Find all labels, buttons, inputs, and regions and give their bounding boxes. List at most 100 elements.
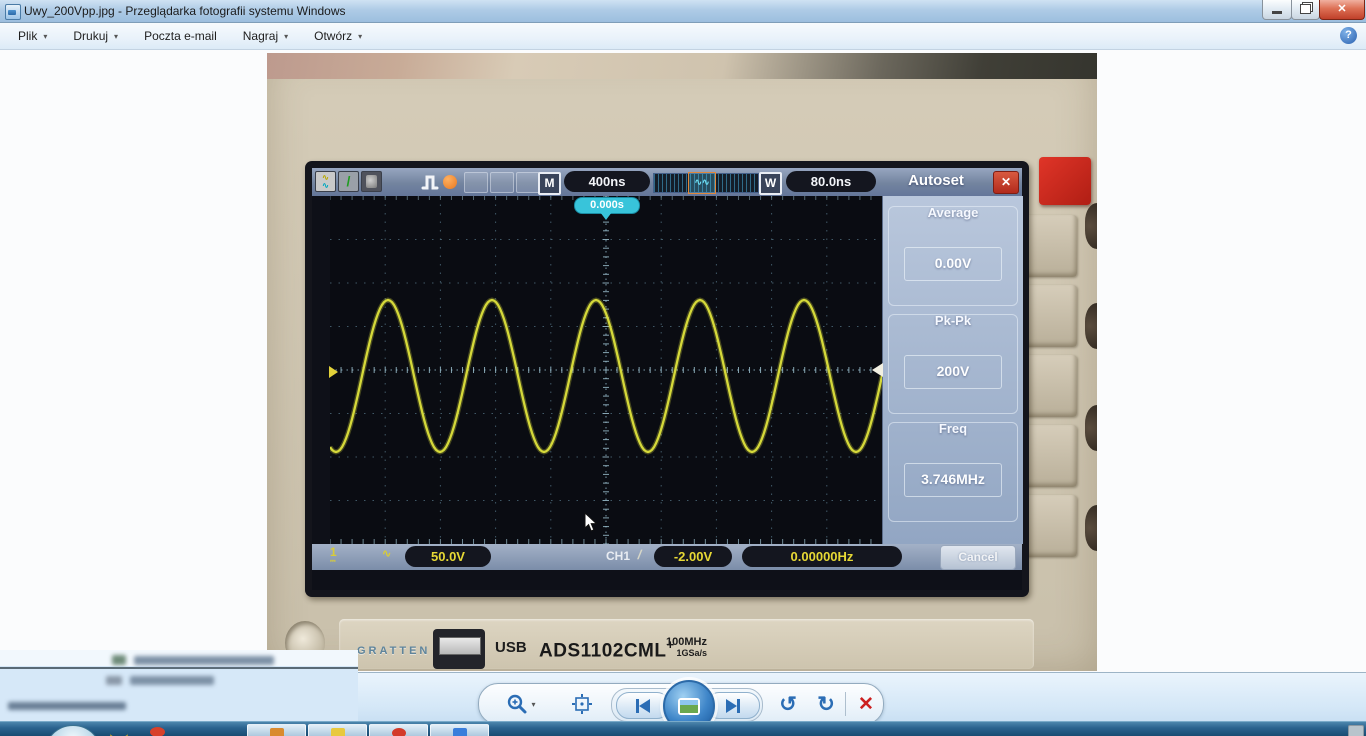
- average-value: 0.00V: [904, 247, 1002, 281]
- trigger-slope-icon: /: [636, 547, 643, 562]
- scope-bottombar: 1⎓ ∿ 50.0V CH1 / -2.00V 0.00000Hz Cancel: [312, 544, 1022, 570]
- autoset-pkpk-group: Pk-Pk 200V: [888, 314, 1018, 414]
- app-icon: [453, 728, 467, 736]
- freq-label: Freq: [889, 421, 1017, 436]
- main-timebase-badge: M: [538, 172, 561, 195]
- channel-waveform-icon: ∿∿: [315, 171, 336, 192]
- autoset-close-icon: ✕: [993, 171, 1019, 194]
- scope-topbar: ∿∿ / M 400ns ∿∿ W 80.0ns Autoset ✕: [312, 168, 1022, 196]
- window-timebase-badge: W: [759, 172, 782, 195]
- main-timebase-value: 400ns: [564, 171, 650, 192]
- trigger-level-marker: [872, 363, 883, 377]
- average-label: Average: [889, 205, 1017, 220]
- app-icon: [270, 728, 284, 736]
- trigger-level-readout: -2.00V: [654, 546, 732, 567]
- status-text: [8, 702, 126, 710]
- restore-icon: [1300, 4, 1311, 14]
- delete-button[interactable]: ✕: [849, 684, 883, 724]
- menu-drukuj[interactable]: Drukuj▾: [73, 29, 118, 43]
- menu-plik[interactable]: Plik▾: [18, 29, 47, 43]
- scope-knob: [1085, 203, 1097, 249]
- trigger-position-marker: [600, 212, 612, 220]
- scope-screen: ∿∿ / M 400ns ∿∿ W 80.0ns Autoset ✕ 0.000…: [312, 168, 1022, 590]
- menu-poczta[interactable]: Poczta e-mail: [144, 29, 217, 43]
- tray-icon[interactable]: [1348, 725, 1364, 736]
- desk-background: [267, 53, 1097, 79]
- autoset-freq-group: Freq 3.746MHz: [888, 422, 1018, 522]
- zoom-window-strip: ∿∿: [653, 173, 759, 193]
- photo-oscilloscope: ∿∿ / M 400ns ∿∿ W 80.0ns Autoset ✕ 0.000…: [267, 53, 1097, 671]
- taskbar-app-button[interactable]: [369, 724, 428, 736]
- slideshow-icon: [678, 698, 700, 715]
- chevron-down-icon: ▾: [358, 32, 362, 41]
- next-arrow-icon: [726, 699, 737, 713]
- list-item: [134, 656, 274, 665]
- scope-knob: [1085, 303, 1097, 349]
- display-icon: [361, 171, 382, 192]
- taskbar-app-button[interactable]: [430, 724, 489, 736]
- scope-graticule: 0.000s: [330, 196, 882, 544]
- pkpk-label: Pk-Pk: [889, 313, 1017, 328]
- next-icon: [737, 699, 740, 713]
- app-icon: [392, 728, 406, 736]
- scope-knob: [1085, 405, 1097, 451]
- save-icon: [490, 172, 514, 193]
- navigation-cluster: [611, 688, 763, 722]
- zoom-button[interactable]: ▾: [501, 684, 541, 724]
- window-edge: [0, 667, 358, 669]
- title-bar: Uwy_200Vpp.jpg - Przeglądarka fotografii…: [0, 0, 1366, 23]
- zoom-window-indicator: ∿∿: [688, 172, 716, 194]
- toolbar-divider: [845, 692, 846, 716]
- autoset-average-group: Average 0.00V: [888, 206, 1018, 306]
- scope-knob: [1085, 505, 1097, 551]
- chevron-down-icon: ▾: [114, 32, 118, 41]
- rotate-ccw-button[interactable]: ↺: [771, 684, 805, 724]
- menu-otworz[interactable]: Otwórz▾: [314, 29, 362, 43]
- frequency-counter-readout: 0.00000Hz: [742, 546, 902, 567]
- volts-per-div-readout: 50.0V: [405, 546, 491, 567]
- list-item: [130, 676, 214, 685]
- autoset-panel: Average 0.00V Pk-Pk 200V Freq 3.746MHz: [882, 196, 1023, 544]
- actual-size-icon: [571, 693, 593, 715]
- start-button[interactable]: [44, 725, 102, 736]
- photo-viewer-app-icon: [5, 4, 21, 20]
- minimize-button[interactable]: [1262, 0, 1292, 20]
- slope-icon: /: [338, 171, 359, 192]
- autoset-cancel-button: Cancel: [940, 545, 1016, 570]
- app-icon: [331, 728, 345, 736]
- actual-size-button[interactable]: [565, 684, 599, 724]
- sine-waveform: [330, 196, 882, 544]
- taskbar-app-button[interactable]: [247, 724, 306, 736]
- menu-bar: Plik▾ Drukuj▾ Poczta e-mail Nagraj▾ Otwó…: [0, 23, 1366, 50]
- brand-logo: GRATTEN: [357, 645, 430, 657]
- help-icon[interactable]: ?: [1340, 27, 1357, 44]
- usb-label: USB: [495, 639, 527, 656]
- drive-icon: [106, 676, 122, 685]
- magnifier-icon: [506, 693, 528, 715]
- usb-icon: [464, 172, 488, 193]
- pinned-app-icon[interactable]: [150, 727, 165, 736]
- drive-icon: [112, 655, 126, 665]
- previous-arrow-icon: [639, 699, 650, 713]
- chevron-down-icon: ▾: [531, 700, 535, 709]
- previous-button[interactable]: [616, 692, 670, 719]
- channel1-coupling-icon: 1⎓: [330, 548, 337, 566]
- freq-value: 3.746MHz: [904, 463, 1002, 497]
- chevron-down-icon: ▾: [284, 32, 288, 41]
- usb-port: [433, 629, 485, 669]
- restore-button[interactable]: [1291, 0, 1320, 20]
- mouse-cursor: [584, 512, 598, 533]
- autoset-menu-title: Autoset: [890, 172, 982, 189]
- pinned-app-icon[interactable]: [110, 726, 128, 736]
- window-title: Uwy_200Vpp.jpg - Przeglądarka fotografii…: [24, 4, 345, 18]
- rotate-cw-button[interactable]: ↻: [809, 684, 843, 724]
- record-dot-icon: [443, 175, 457, 189]
- taskbar-app-button[interactable]: [308, 724, 367, 736]
- viewer-toolbar: ▾ ↺ ↻ ✕: [478, 683, 884, 725]
- spec-labels: 100MHz 1GSa/s: [649, 637, 707, 659]
- menu-nagraj[interactable]: Nagraj▾: [243, 29, 288, 43]
- background-explorer-window[interactable]: [0, 650, 358, 722]
- wave-icon: ∿: [382, 547, 391, 560]
- pkpk-value: 200V: [904, 355, 1002, 389]
- close-button[interactable]: ✕: [1319, 0, 1365, 20]
